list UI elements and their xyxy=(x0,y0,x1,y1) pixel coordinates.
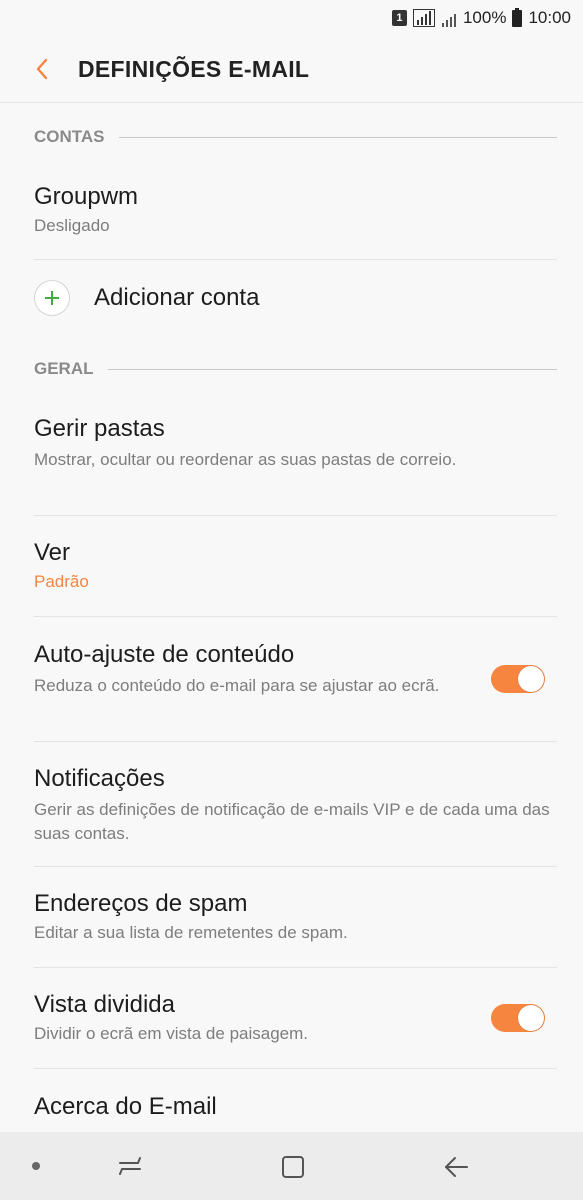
header-divider xyxy=(0,102,583,103)
setting-title: Endereços de spam xyxy=(34,890,248,917)
page-title: DEFINIÇÕES E-MAIL xyxy=(78,55,310,82)
section-title-general: GERAL xyxy=(34,359,94,378)
signal-secondary-icon xyxy=(441,9,457,27)
setting-title: Gerir pastas xyxy=(34,415,165,442)
toggle-knob xyxy=(518,1005,544,1031)
setting-subtitle: Mostrar, ocultar ou reordenar as suas pa… xyxy=(34,450,457,469)
toggle-knob xyxy=(518,666,544,692)
divider xyxy=(34,259,557,260)
battery-icon xyxy=(512,7,523,27)
sim-icon: 1 xyxy=(391,10,407,26)
auto-fit-toggle[interactable] xyxy=(491,665,545,693)
setting-title: Ver xyxy=(34,539,71,566)
add-icon xyxy=(34,280,70,316)
setting-view[interactable]: Ver Padrão xyxy=(34,538,557,594)
account-status: Desligado xyxy=(34,216,110,235)
section-header-accounts: CONTAS xyxy=(34,127,557,147)
divider xyxy=(34,1068,557,1069)
setting-value: Padrão xyxy=(34,572,89,591)
account-name: Groupwm xyxy=(34,183,139,210)
setting-title: Notificações xyxy=(34,765,165,792)
divider xyxy=(34,616,557,617)
clock: 10:00 xyxy=(528,8,571,27)
add-account-button[interactable]: Adicionar conta xyxy=(34,276,557,320)
status-bar: 1 100% 10:00 xyxy=(0,0,583,36)
setting-subtitle: Gerir as definições de notificação de e-… xyxy=(34,800,550,843)
home-icon[interactable] xyxy=(276,1152,310,1182)
setting-title: Vista dividida xyxy=(34,991,175,1018)
setting-subtitle: Reduza o conteúdo do e-mail para se ajus… xyxy=(34,676,440,695)
setting-notifications[interactable]: Notificações Gerir as definições de noti… xyxy=(34,764,557,846)
setting-manage-folders[interactable]: Gerir pastas Mostrar, ocultar ou reorden… xyxy=(34,414,557,472)
setting-title: Auto-ajuste de conteúdo xyxy=(34,641,295,668)
setting-about-email[interactable]: Acerca do E-mail xyxy=(34,1092,557,1122)
setting-auto-fit-content[interactable]: Auto-ajuste de conteúdo Reduza o conteúd… xyxy=(34,640,473,698)
recents-icon[interactable] xyxy=(112,1152,148,1180)
setting-split-view[interactable]: Vista dividida Dividir o ecrã em vista d… xyxy=(34,990,473,1046)
divider xyxy=(34,515,557,516)
divider xyxy=(34,866,557,867)
chevron-left-icon xyxy=(36,58,48,80)
dot-icon[interactable] xyxy=(28,1158,44,1174)
navigation-bar xyxy=(0,1132,583,1200)
app-header: DEFINIÇÕES E-MAIL xyxy=(0,36,583,102)
signal-icon xyxy=(412,9,435,27)
setting-spam-addresses[interactable]: Endereços de spam Editar a sua lista de … xyxy=(34,889,557,945)
account-item-groupwm[interactable]: Groupwm Desligado xyxy=(34,182,557,238)
section-line xyxy=(107,368,557,370)
setting-title: Acerca do E-mail xyxy=(34,1093,217,1120)
back-arrow-icon[interactable] xyxy=(438,1152,474,1182)
section-line xyxy=(118,136,557,138)
divider xyxy=(34,741,557,742)
section-header-general: GERAL xyxy=(34,359,557,379)
setting-subtitle: Editar a sua lista de remetentes de spam… xyxy=(34,923,348,942)
divider xyxy=(34,967,557,968)
setting-subtitle: Dividir o ecrã em vista de paisagem. xyxy=(34,1024,309,1043)
section-title-accounts: CONTAS xyxy=(34,127,105,146)
split-view-toggle[interactable] xyxy=(491,1004,545,1032)
add-account-label: Adicionar conta xyxy=(94,284,260,311)
back-button[interactable] xyxy=(22,49,62,89)
battery-percent: 100% xyxy=(462,8,507,27)
